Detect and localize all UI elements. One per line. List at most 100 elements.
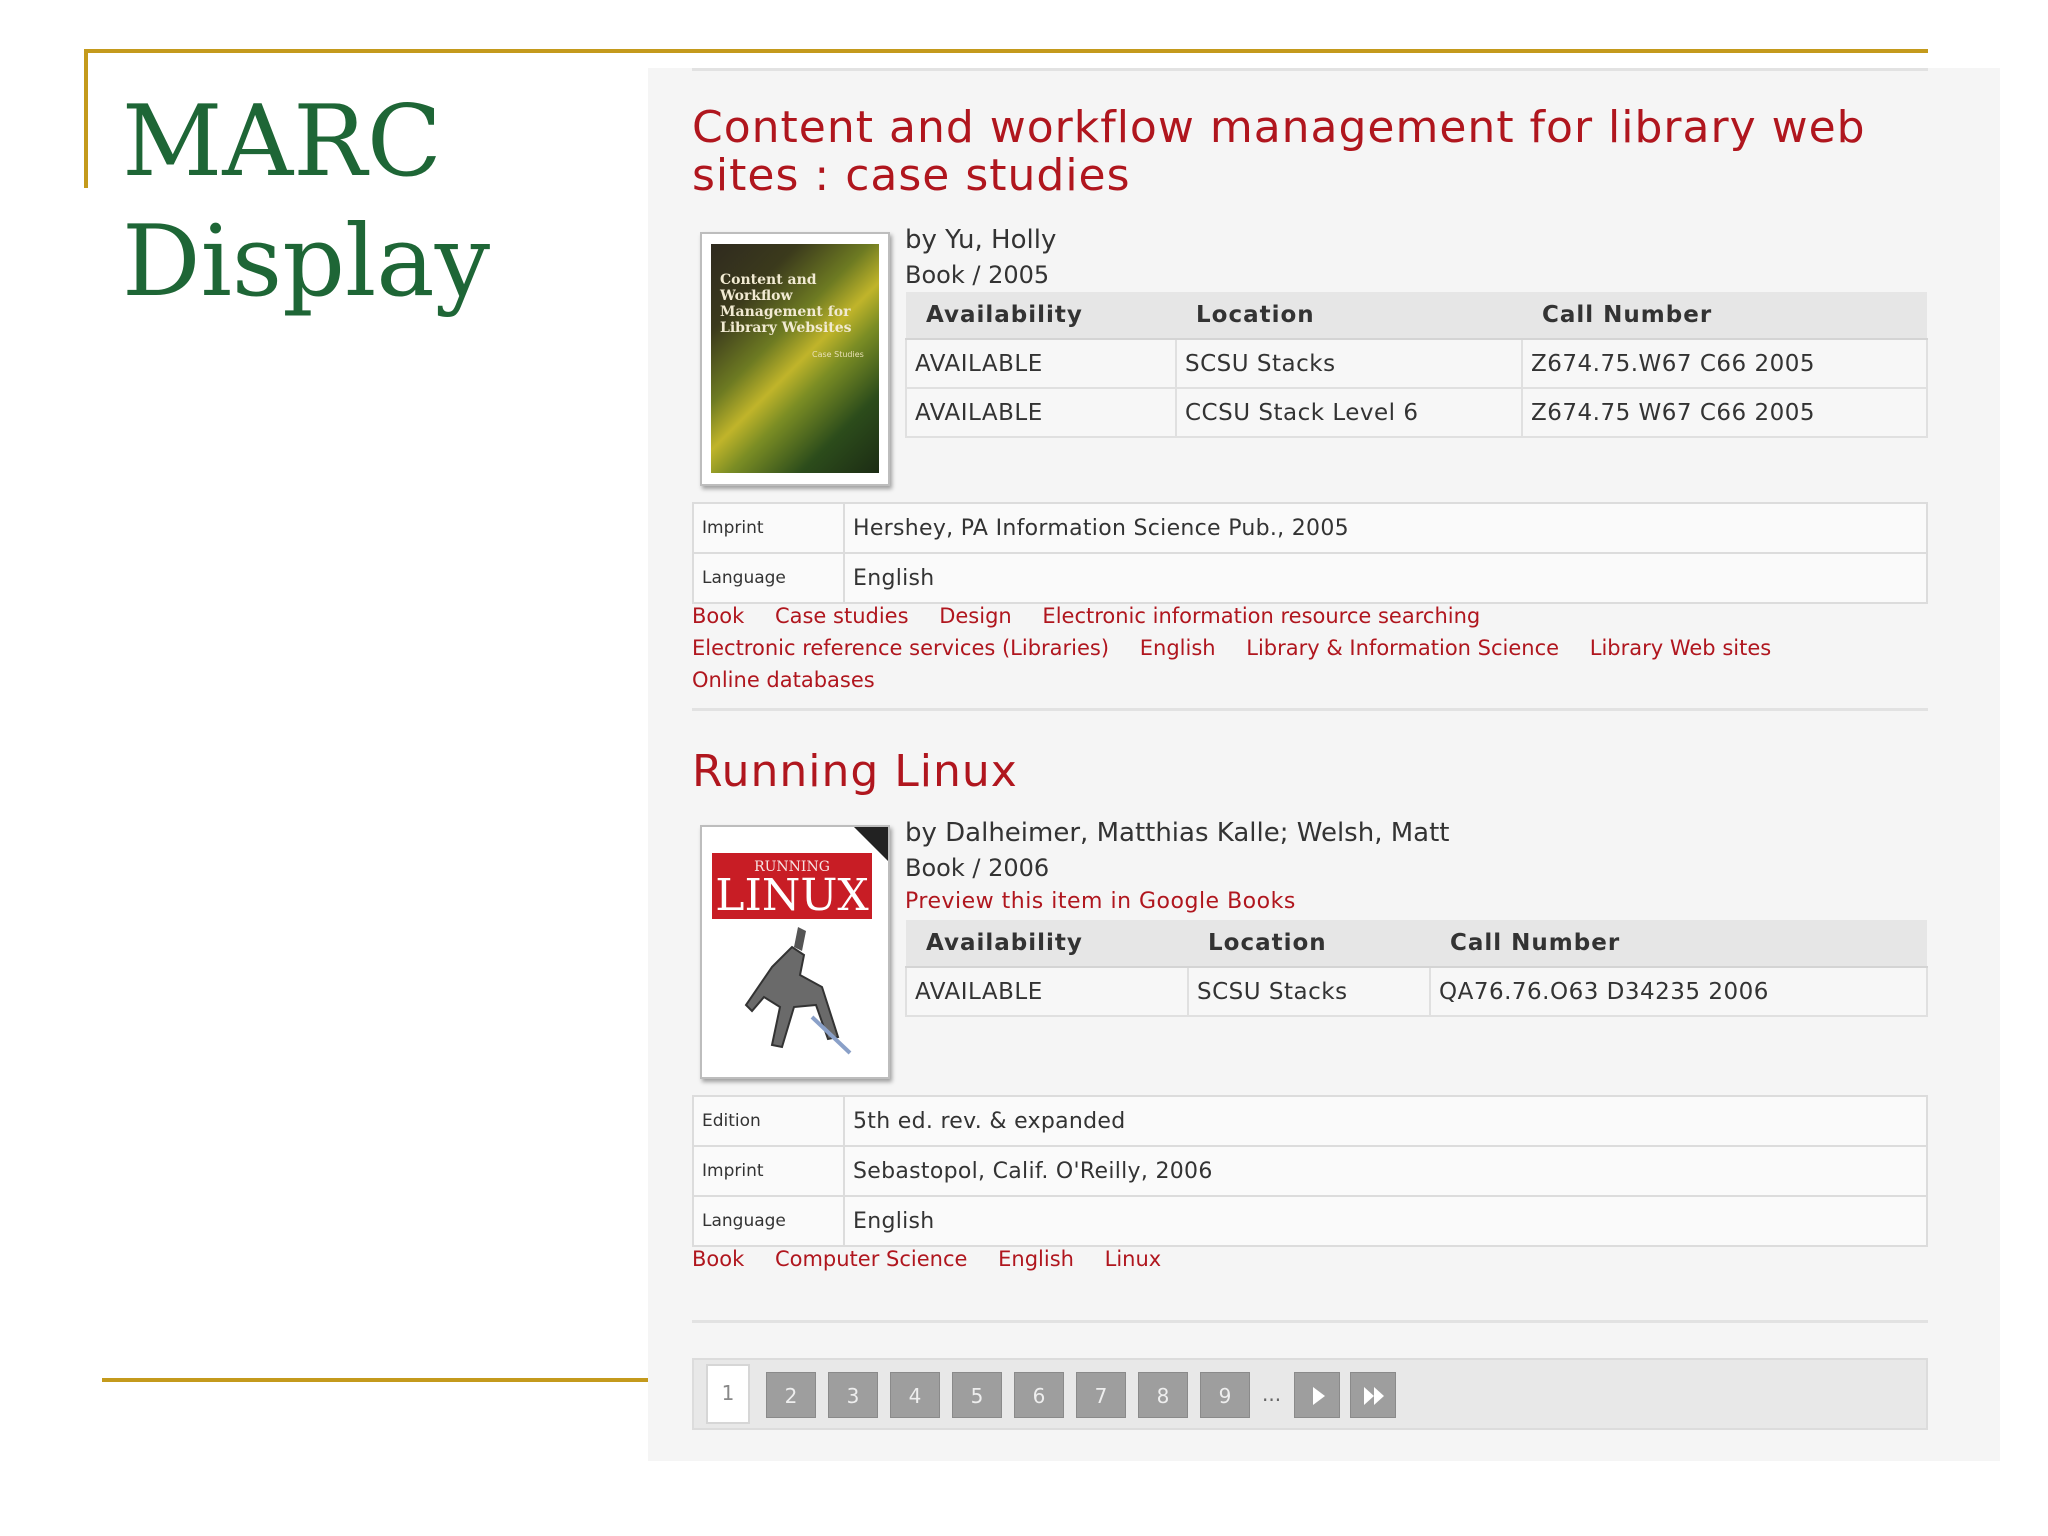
slide-title-line2: Display <box>122 205 491 319</box>
field-label: Imprint <box>692 1145 845 1197</box>
horse-rider-illustration <box>744 927 852 1055</box>
call-number-header: Call Number <box>1522 292 1927 340</box>
subject-link[interactable]: Electronic reference services (Libraries… <box>692 636 1109 660</box>
list-item: Electronic reference services (Libraries… <box>692 632 1109 664</box>
subject-link[interactable]: English <box>998 1247 1074 1271</box>
page-button-4[interactable]: 4 <box>890 1372 940 1418</box>
list-item: Linux <box>1105 1243 1162 1275</box>
record-title-link[interactable]: Content and workflow management for libr… <box>692 104 1928 200</box>
list-item: Case studies <box>775 600 909 632</box>
record-title-link[interactable]: Running Linux <box>692 748 1928 796</box>
field-value: Hershey, PA Information Science Pub., 20… <box>843 502 1928 554</box>
table-row: Language English <box>692 552 1928 604</box>
table-row: AVAILABLE CCSU Stack Level 6 Z674.75 W67… <box>905 387 1928 438</box>
availability-header-row: Availability Location Call Number <box>906 920 1927 968</box>
availability-header: Availability <box>906 920 1188 968</box>
subject-link[interactable]: Electronic information resource searchin… <box>1042 604 1480 628</box>
record-fields-table: Edition 5th ed. rev. & expanded Imprint … <box>692 1095 1928 1247</box>
record-author: by Yu, Holly <box>905 225 1057 255</box>
fast-forward-icon <box>1364 1387 1384 1405</box>
table-row: AVAILABLE SCSU Stacks QA76.76.O63 D34235… <box>905 966 1928 1017</box>
current-page-indicator: 1 <box>706 1364 750 1424</box>
cover-title-text: Content and Workflow Management for Libr… <box>720 272 852 336</box>
list-item: Book <box>692 1243 744 1275</box>
record-divider <box>692 708 1928 711</box>
slide-title-line1: MARC <box>122 85 442 199</box>
cover-subtitle-text: Case Studies <box>812 350 864 359</box>
availability-header-row: Availability Location Call Number <box>906 292 1927 340</box>
record-divider <box>692 1320 1928 1323</box>
subject-link[interactable]: Design <box>939 604 1012 628</box>
top-gold-rule <box>84 49 1928 53</box>
cover-title-big: LINUX <box>715 870 869 921</box>
field-label: Language <box>692 552 845 604</box>
field-label: Language <box>692 1195 845 1247</box>
play-right-icon <box>1313 1387 1325 1405</box>
last-page-button[interactable] <box>1350 1372 1396 1418</box>
page-button-6[interactable]: 6 <box>1014 1372 1064 1418</box>
availability-table: Availability Location Call Number AVAILA… <box>905 920 1928 1017</box>
list-item: Online databases <box>692 664 875 696</box>
subject-facet-links: Book Computer Science English Linux <box>692 1243 1928 1275</box>
pagination-ellipsis: ... <box>1262 1382 1282 1406</box>
availability-status: AVAILABLE <box>905 387 1177 438</box>
table-row: Language English <box>692 1195 1928 1247</box>
table-row: Imprint Sebastopol, Calif. O'Reilly, 200… <box>692 1145 1928 1197</box>
availability-status: AVAILABLE <box>905 338 1177 389</box>
book-cover-image[interactable]: RUNNING LINUX <box>700 825 890 1079</box>
holding-location: SCSU Stacks <box>1175 338 1523 389</box>
left-gold-rule <box>84 49 88 188</box>
page-button-3[interactable]: 3 <box>828 1372 878 1418</box>
google-books-preview-link[interactable]: Preview this item in Google Books <box>905 888 1296 916</box>
slide-title: MARC Display <box>122 82 490 322</box>
pagination-bar: 1 2 3 4 5 6 7 8 9 ... <box>692 1358 1928 1430</box>
page-button-9[interactable]: 9 <box>1200 1372 1250 1418</box>
call-number: Z674.75 W67 C66 2005 <box>1521 387 1928 438</box>
record-author: by Dalheimer, Matthias Kalle; Welsh, Mat… <box>905 818 1450 848</box>
list-item: Book <box>692 600 744 632</box>
subject-link[interactable]: Book <box>692 1247 744 1271</box>
book-cover-image[interactable]: Content and Workflow Management for Libr… <box>700 232 890 486</box>
subject-link[interactable]: Linux <box>1105 1247 1162 1271</box>
call-number-header: Call Number <box>1430 920 1927 968</box>
table-row: Imprint Hershey, PA Information Science … <box>692 502 1928 554</box>
location-header: Location <box>1176 292 1522 340</box>
list-item: Computer Science <box>775 1243 967 1275</box>
field-value: Sebastopol, Calif. O'Reilly, 2006 <box>843 1145 1928 1197</box>
record-format-year: Book / 2006 <box>905 854 1050 882</box>
panel-top-divider <box>692 68 1928 71</box>
page-button-5[interactable]: 5 <box>952 1372 1002 1418</box>
next-page-button[interactable] <box>1294 1372 1340 1418</box>
page-button-7[interactable]: 7 <box>1076 1372 1126 1418</box>
list-item: Library & Information Science <box>1246 632 1559 664</box>
table-row: Edition 5th ed. rev. & expanded <box>692 1095 1928 1147</box>
call-number: Z674.75.W67 C66 2005 <box>1521 338 1928 389</box>
field-value: English <box>843 1195 1928 1247</box>
subject-link[interactable]: Online databases <box>692 668 875 692</box>
page-button-2[interactable]: 2 <box>766 1372 816 1418</box>
subject-link[interactable]: Computer Science <box>775 1247 967 1271</box>
record-format-year: Book / 2005 <box>905 261 1050 289</box>
availability-table: Availability Location Call Number AVAILA… <box>905 292 1928 438</box>
field-value: English <box>843 552 1928 604</box>
subject-link[interactable]: Library Web sites <box>1590 636 1771 660</box>
list-item: English <box>1140 632 1216 664</box>
subject-link[interactable]: Library & Information Science <box>1246 636 1559 660</box>
subject-link[interactable]: English <box>1140 636 1216 660</box>
holding-location: SCSU Stacks <box>1187 966 1431 1017</box>
record-fields-table: Imprint Hershey, PA Information Science … <box>692 502 1928 604</box>
list-item: Design <box>939 600 1012 632</box>
availability-status: AVAILABLE <box>905 966 1189 1017</box>
table-row: AVAILABLE SCSU Stacks Z674.75.W67 C66 20… <box>905 338 1928 389</box>
page-button-8[interactable]: 8 <box>1138 1372 1188 1418</box>
cover-title-band: RUNNING LINUX <box>712 853 872 919</box>
holding-location: CCSU Stack Level 6 <box>1175 387 1523 438</box>
call-number: QA76.76.O63 D34235 2006 <box>1429 966 1928 1017</box>
subject-link[interactable]: Book <box>692 604 744 628</box>
bottom-gold-rule <box>102 1378 650 1382</box>
subject-link[interactable]: Case studies <box>775 604 909 628</box>
list-item: Library Web sites <box>1590 632 1771 664</box>
field-value: 5th ed. rev. & expanded <box>843 1095 1928 1147</box>
field-label: Imprint <box>692 502 845 554</box>
availability-header: Availability <box>906 292 1176 340</box>
